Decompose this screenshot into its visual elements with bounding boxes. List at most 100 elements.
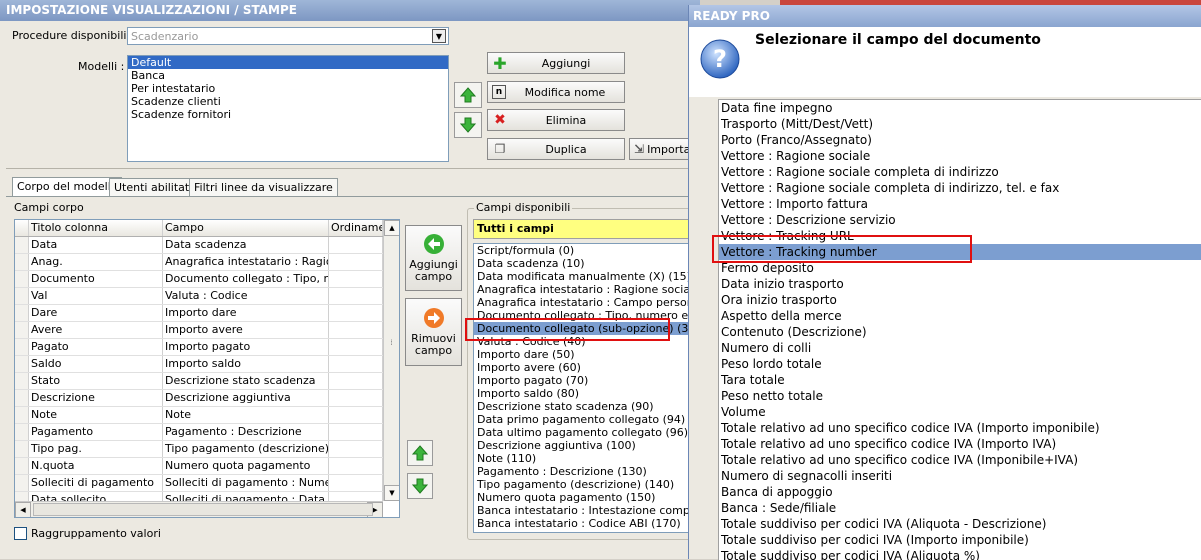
list-item[interactable]: Scadenze fornitori <box>128 108 448 121</box>
cell-campo[interactable]: Pagamento : Descrizione <box>163 424 329 440</box>
cell-titolo[interactable]: Solleciti di pagamento <box>29 475 163 491</box>
list-item[interactable]: Anagrafica intestatario : Campo personal… <box>474 296 696 309</box>
row-selector[interactable] <box>15 322 29 338</box>
available-fields-list[interactable]: Script/formula (0) Data scadenza (10) Data… <box>473 243 697 533</box>
cell-campo[interactable]: Importo saldo <box>163 356 329 372</box>
list-item[interactable]: Script/formula (0) <box>474 244 696 257</box>
table-row[interactable]: Val Valuta : Codice <box>15 288 383 305</box>
dialog-field-item[interactable]: Volume <box>719 404 1201 420</box>
table-row[interactable]: DocumentoDocumento collegato : Tipo, nu.… <box>15 271 383 288</box>
row-selector[interactable] <box>15 373 29 389</box>
scroll-thumb[interactable] <box>33 503 373 516</box>
raggruppamento-checkbox-row[interactable]: Raggruppamento valori <box>14 527 161 540</box>
table-row[interactable]: Saldo Importo saldo <box>15 356 383 373</box>
row-selector[interactable] <box>15 407 29 423</box>
tab-utenti-abilitati[interactable]: Utenti abilitati <box>109 178 198 196</box>
scroll-left-icon[interactable]: ◀ <box>15 502 31 517</box>
cell-ordinamento[interactable] <box>329 322 383 338</box>
raggruppamento-checkbox[interactable] <box>14 527 27 540</box>
tab-corpo-del-modello[interactable]: Corpo del modello <box>12 177 123 197</box>
table-row[interactable]: Descrizione Descrizione aggiuntiva <box>15 390 383 407</box>
modifica-nome-button[interactable]: n Modifica nome <box>487 81 625 103</box>
cell-ordinamento[interactable] <box>329 424 383 440</box>
cell-titolo[interactable]: Anag. <box>29 254 163 270</box>
list-item[interactable]: Banca intestatario : Intestazione comple… <box>474 504 696 517</box>
scroll-grip-icon[interactable]: ⁞ <box>385 336 398 350</box>
dialog-field-item[interactable]: Totale suddiviso per codici IVA (Importo… <box>719 532 1201 548</box>
dialog-field-item[interactable]: Vettore : Importo fattura <box>719 196 1201 212</box>
list-item[interactable]: Per intestatario <box>128 82 448 95</box>
cell-ordinamento[interactable] <box>329 458 383 474</box>
cell-titolo[interactable]: Documento <box>29 271 163 287</box>
list-item[interactable]: Descrizione aggiuntiva (100) <box>474 439 696 452</box>
cell-ordinamento[interactable] <box>329 475 383 491</box>
table-row[interactable]: Solleciti di pagamento Solleciti di pagam… <box>15 475 383 492</box>
cell-ordinamento[interactable] <box>329 407 383 423</box>
cell-titolo[interactable]: Dare <box>29 305 163 321</box>
aggiungi-button[interactable]: ✚ Aggiungi <box>487 52 625 74</box>
dialog-field-item[interactable]: Tara totale <box>719 372 1201 388</box>
list-item[interactable]: Descrizione stato scadenza (90) <box>474 400 696 413</box>
chevron-down-icon[interactable]: ▼ <box>432 29 446 43</box>
row-selector[interactable] <box>15 475 29 491</box>
cell-ordinamento[interactable] <box>329 305 383 321</box>
row-selector[interactable] <box>15 305 29 321</box>
dialog-field-item[interactable]: Contenuto (Descrizione) <box>719 324 1201 340</box>
move-up-button[interactable] <box>454 82 482 108</box>
dialog-field-item[interactable]: Vettore : Ragione sociale completa di in… <box>719 180 1201 196</box>
cell-titolo[interactable]: Val <box>29 288 163 304</box>
table-row[interactable]: Avere Importo avere <box>15 322 383 339</box>
cell-ordinamento[interactable] <box>329 254 383 270</box>
table-row[interactable]: Pagamento Pagamento : Descrizione <box>15 424 383 441</box>
list-item[interactable]: Note (110) <box>474 452 696 465</box>
cell-titolo[interactable]: Descrizione <box>29 390 163 406</box>
cell-titolo[interactable]: Note <box>29 407 163 423</box>
modelli-list[interactable]: Default Banca Per intestatario Scadenze … <box>127 55 449 162</box>
move-down-button[interactable] <box>454 112 482 138</box>
row-selector[interactable] <box>15 441 29 457</box>
header-ordinamento[interactable]: Ordiname... <box>329 220 383 236</box>
elimina-button[interactable]: ✖ Elimina <box>487 109 625 131</box>
procedure-select[interactable]: Scadenzario ▼ <box>127 27 449 45</box>
cell-ordinamento[interactable] <box>329 390 383 406</box>
grid-hscrollbar[interactable]: ◀ ▶ <box>15 501 383 517</box>
cell-campo[interactable]: Importo dare <box>163 305 329 321</box>
header-campo[interactable]: Campo <box>163 220 329 236</box>
dialog-field-item[interactable]: Porto (Franco/Assegnato) <box>719 132 1201 148</box>
cell-campo[interactable]: Numero quota pagamento <box>163 458 329 474</box>
row-selector[interactable] <box>15 271 29 287</box>
cell-campo[interactable]: Data scadenza <box>163 237 329 253</box>
list-item[interactable]: Importo avere (60) <box>474 361 696 374</box>
cell-campo[interactable]: Importo avere <box>163 322 329 338</box>
cell-titolo[interactable]: Avere <box>29 322 163 338</box>
field-down-button[interactable] <box>407 473 433 499</box>
dialog-field-item[interactable]: Totale suddiviso per codici IVA (Aliquot… <box>719 548 1201 560</box>
aggiungi-campo-button[interactable]: Aggiungi campo <box>405 225 462 291</box>
rimuovi-campo-button[interactable]: Rimuovi campo <box>405 298 462 366</box>
dialog-field-item[interactable]: Peso netto totale <box>719 388 1201 404</box>
list-item[interactable]: Banca <box>128 69 448 82</box>
list-item[interactable]: Importo saldo (80) <box>474 387 696 400</box>
tab-filtri-linee[interactable]: Filtri linee da visualizzare <box>189 178 338 196</box>
cell-campo[interactable]: Tipo pagamento (descrizione) <box>163 441 329 457</box>
list-item[interactable]: Tipo pagamento (descrizione) (140) <box>474 478 696 491</box>
dialog-field-item[interactable]: Vettore : Ragione sociale <box>719 148 1201 164</box>
cell-ordinamento[interactable] <box>329 271 383 287</box>
dialog-field-item[interactable]: Vettore : Ragione sociale completa di in… <box>719 164 1201 180</box>
dialog-field-item[interactable]: Data inizio trasporto <box>719 276 1201 292</box>
row-selector[interactable] <box>15 237 29 253</box>
dialog-field-item[interactable]: Banca : Sede/filiale <box>719 500 1201 516</box>
cell-campo[interactable]: Valuta : Codice <box>163 288 329 304</box>
table-row[interactable]: Anag. Anagrafica intestatario : Ragio... <box>15 254 383 271</box>
list-item[interactable]: Data modificata manualmente (X) (15) <box>474 270 696 283</box>
grid-vscrollbar[interactable]: ▲ ⁞ ▼ <box>383 220 399 501</box>
row-selector[interactable] <box>15 458 29 474</box>
dialog-field-item[interactable]: Numero di colli <box>719 340 1201 356</box>
dialog-field-item[interactable]: Aspetto della merce <box>719 308 1201 324</box>
cell-ordinamento[interactable] <box>329 441 383 457</box>
dialog-field-item[interactable]: Data fine impegno <box>719 100 1201 116</box>
list-item[interactable]: Pagamento : Descrizione (130) <box>474 465 696 478</box>
list-item[interactable]: Default <box>128 56 448 69</box>
table-row[interactable]: Note Note <box>15 407 383 424</box>
list-item[interactable]: Data scadenza (10) <box>474 257 696 270</box>
